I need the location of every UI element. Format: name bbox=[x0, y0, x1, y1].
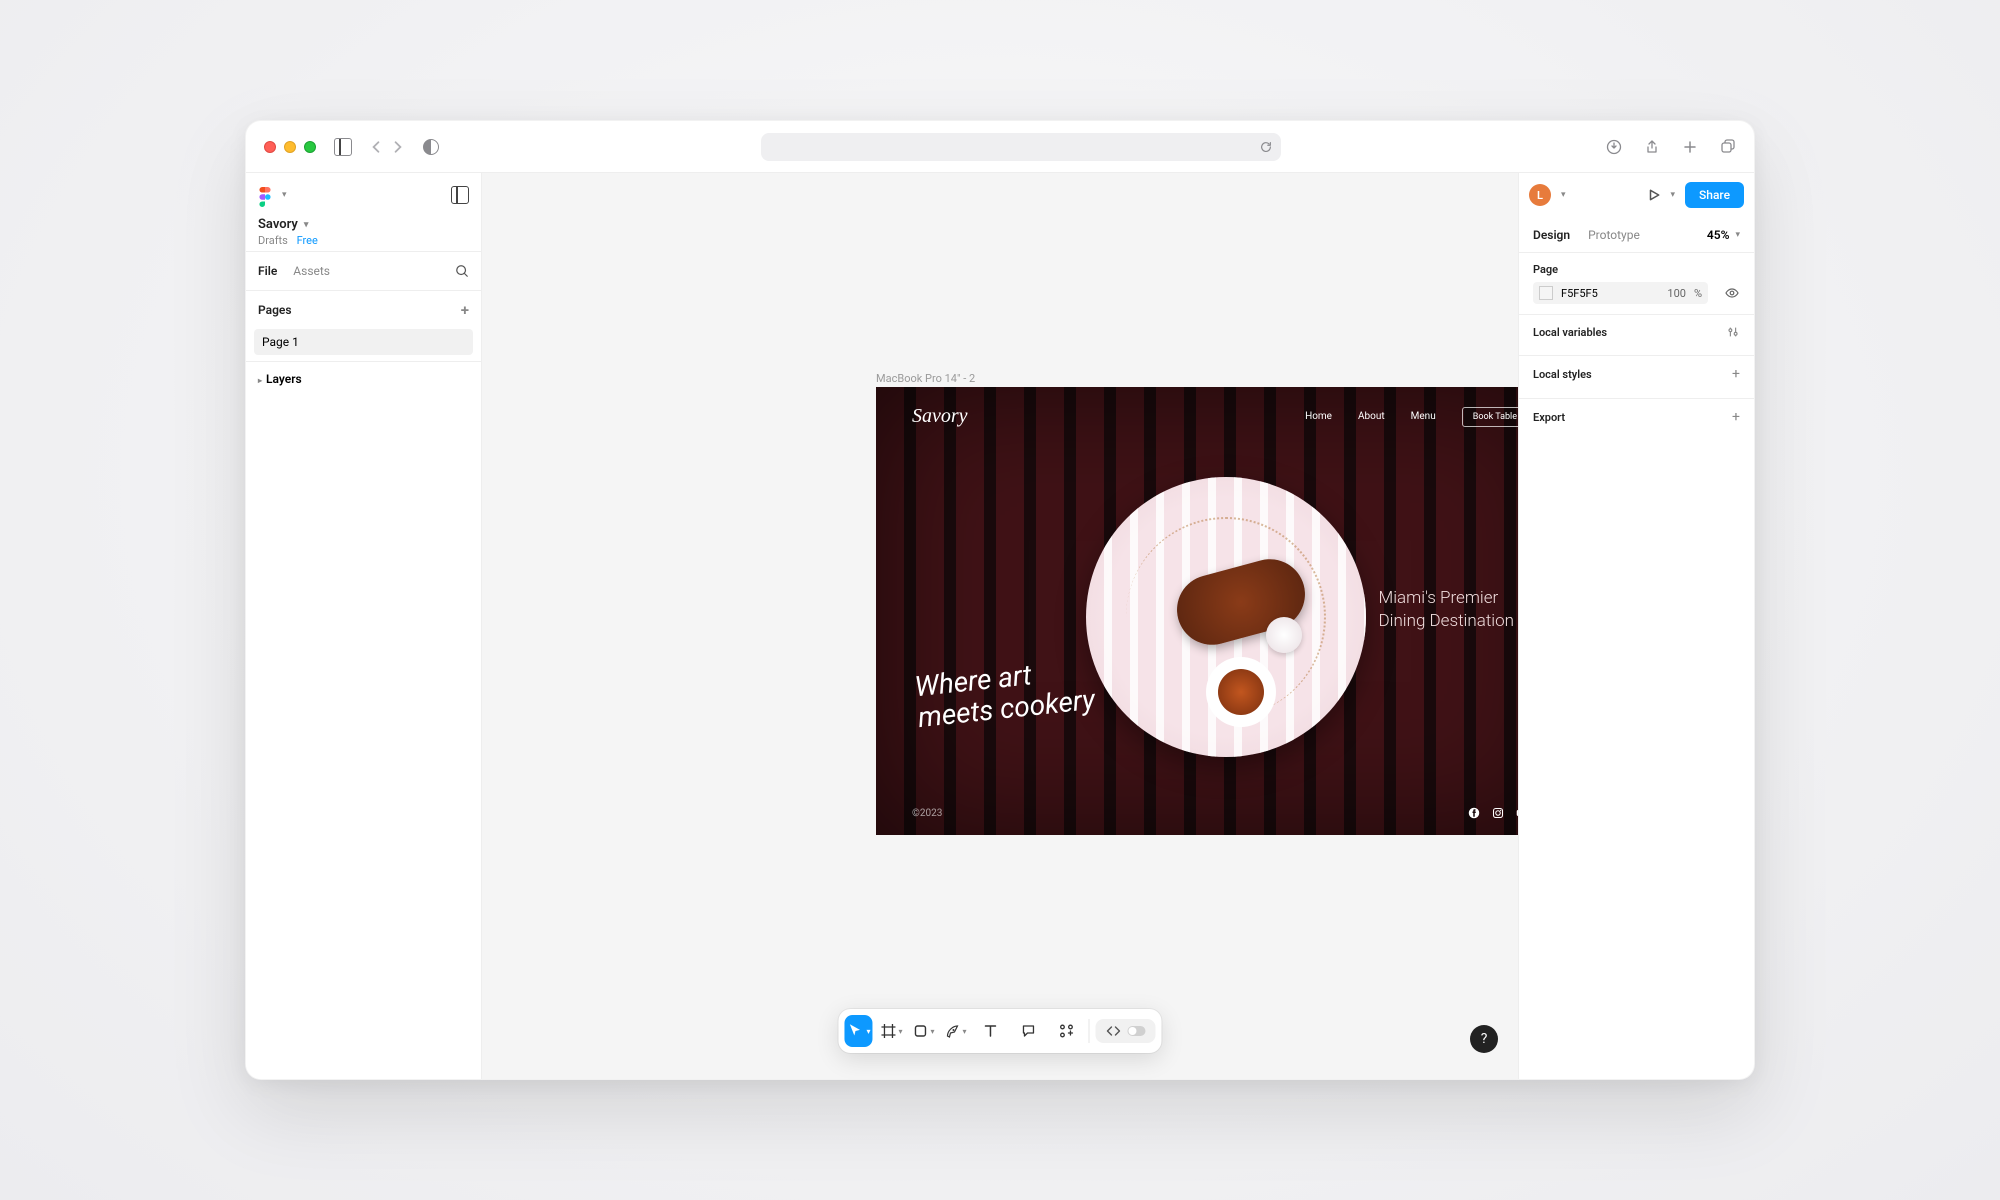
figma-logo-icon[interactable] bbox=[258, 187, 274, 203]
frame-label[interactable]: MacBook Pro 14" - 2 bbox=[876, 372, 975, 385]
actions-tool[interactable] bbox=[1051, 1015, 1083, 1047]
sidebar-toggle-icon[interactable] bbox=[334, 138, 352, 156]
instagram-icon bbox=[1492, 807, 1504, 819]
back-button[interactable] bbox=[370, 141, 382, 153]
tab-file[interactable]: File bbox=[258, 264, 277, 278]
page-background-color[interactable]: F5F5F5 100 % bbox=[1533, 282, 1708, 304]
present-button[interactable] bbox=[1647, 188, 1661, 202]
youtube-icon bbox=[1516, 807, 1518, 819]
pen-tool[interactable]: ▾ bbox=[943, 1015, 969, 1047]
tab-prototype[interactable]: Prototype bbox=[1588, 228, 1640, 242]
tagline-left: Where art meets cookery bbox=[913, 654, 1096, 734]
help-button[interactable]: ? bbox=[1470, 1025, 1498, 1053]
design-canvas[interactable]: MacBook Pro 14" - 2 Savory Home About Me… bbox=[482, 173, 1518, 1079]
tab-design[interactable]: Design bbox=[1533, 228, 1570, 242]
comment-tool[interactable] bbox=[1013, 1015, 1045, 1047]
app-body: ▾ Savory ▾ Drafts Free File Assets bbox=[246, 173, 1754, 1079]
shape-tool[interactable]: ▾ bbox=[911, 1015, 937, 1047]
present-chevron-icon[interactable]: ▾ bbox=[1671, 190, 1676, 200]
site-logo: Savory bbox=[912, 405, 968, 428]
left-sidebar: ▾ Savory ▾ Drafts Free File Assets bbox=[246, 173, 482, 1079]
tab-assets[interactable]: Assets bbox=[293, 264, 330, 278]
pages-header: Pages bbox=[258, 303, 292, 317]
minimize-window-button[interactable] bbox=[284, 141, 296, 153]
collapse-sidebar-icon[interactable] bbox=[451, 186, 469, 204]
download-icon[interactable] bbox=[1606, 139, 1622, 155]
nav-menu: Menu bbox=[1411, 411, 1436, 422]
facebook-icon bbox=[1468, 807, 1480, 819]
page-item-page1[interactable]: Page 1 bbox=[254, 329, 473, 355]
reload-icon[interactable] bbox=[1259, 140, 1273, 154]
color-swatch bbox=[1539, 286, 1553, 300]
user-avatar[interactable]: L bbox=[1529, 184, 1551, 206]
add-export-icon[interactable]: + bbox=[1732, 409, 1740, 425]
copyright: ©2023 bbox=[912, 808, 942, 819]
share-button[interactable]: Share bbox=[1685, 182, 1744, 208]
chevron-down-icon[interactable]: ▾ bbox=[282, 190, 287, 200]
drafts-breadcrumb[interactable]: Drafts bbox=[258, 234, 288, 247]
visibility-toggle-icon[interactable] bbox=[1724, 285, 1740, 301]
address-bar[interactable] bbox=[761, 133, 1281, 161]
export-header[interactable]: Export bbox=[1533, 411, 1565, 424]
privacy-shield-icon[interactable] bbox=[422, 138, 440, 156]
tagline-right: Miami's Premier Dining Destination bbox=[1378, 587, 1514, 633]
nav-book-button: Book Table bbox=[1462, 407, 1518, 427]
close-window-button[interactable] bbox=[264, 141, 276, 153]
toolbar-separator bbox=[1089, 1019, 1090, 1043]
maximize-window-button[interactable] bbox=[304, 141, 316, 153]
app-window: ▾ Savory ▾ Drafts Free File Assets bbox=[245, 120, 1755, 1080]
layers-header[interactable]: ▸Layers bbox=[246, 361, 481, 396]
page-section-header: Page bbox=[1533, 263, 1558, 276]
text-tool[interactable] bbox=[975, 1015, 1007, 1047]
add-page-icon[interactable]: + bbox=[461, 301, 469, 319]
tabs-overview-icon[interactable] bbox=[1720, 139, 1736, 155]
traffic-lights bbox=[264, 141, 316, 153]
share-icon[interactable] bbox=[1644, 139, 1660, 155]
design-frame[interactable]: Savory Home About Menu Book Table Where … bbox=[876, 387, 1518, 835]
file-title-chevron-icon[interactable]: ▾ bbox=[304, 220, 309, 230]
dev-mode-toggle[interactable] bbox=[1096, 1019, 1156, 1043]
add-style-icon[interactable]: + bbox=[1732, 366, 1740, 382]
right-panel: L ▾ ▾ Share Design Prototype 45% ▾ Page … bbox=[1518, 173, 1754, 1079]
search-icon[interactable] bbox=[455, 264, 469, 278]
browser-chrome bbox=[246, 121, 1754, 173]
settings-sliders-icon[interactable] bbox=[1726, 325, 1740, 339]
frame-tool[interactable]: ▾ bbox=[878, 1015, 904, 1047]
zoom-level[interactable]: 45% bbox=[1707, 228, 1730, 242]
avatar-chevron-icon[interactable]: ▾ bbox=[1561, 190, 1566, 200]
layers-disclosure-icon: ▸ bbox=[258, 376, 262, 385]
local-styles-header[interactable]: Local styles bbox=[1533, 368, 1592, 381]
bottom-toolbar: ▾ ▾ ▾ ▾ bbox=[838, 1009, 1161, 1053]
move-tool[interactable]: ▾ bbox=[844, 1015, 872, 1047]
local-variables-header[interactable]: Local variables bbox=[1533, 326, 1607, 339]
free-badge[interactable]: Free bbox=[297, 234, 318, 247]
file-title[interactable]: Savory bbox=[258, 217, 298, 232]
zoom-chevron-icon[interactable]: ▾ bbox=[1735, 230, 1740, 240]
hero-plate-image bbox=[1086, 477, 1366, 757]
forward-button[interactable] bbox=[392, 141, 404, 153]
nav-home: Home bbox=[1305, 411, 1332, 422]
new-tab-icon[interactable] bbox=[1682, 139, 1698, 155]
nav-about: About bbox=[1358, 411, 1385, 422]
